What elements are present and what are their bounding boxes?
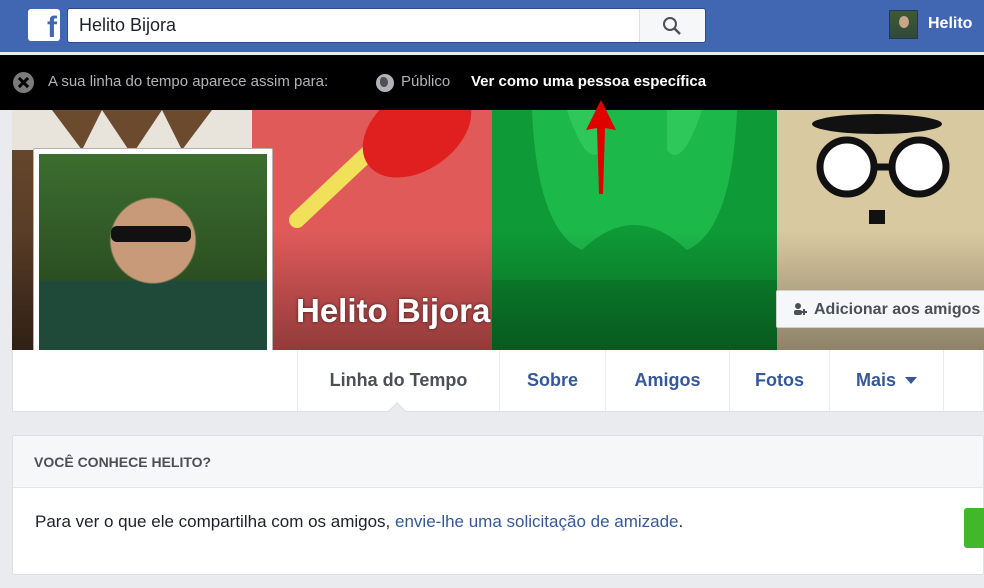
chevron-down-icon — [905, 377, 918, 384]
add-friend-label: Adicionar aos amigos — [814, 301, 981, 318]
add-friend-button[interactable]: Adicionar aos amigos — [776, 290, 984, 328]
facebook-logo-icon[interactable]: f — [28, 9, 60, 44]
globe-icon — [376, 74, 394, 92]
know-card-header: VOCÊ CONHECE HELITO? — [13, 436, 983, 488]
search-button[interactable] — [639, 9, 705, 42]
view-as-bar: A sua linha do tempo aparece assim para:… — [0, 55, 984, 110]
add-friend-green-button[interactable] — [964, 508, 984, 548]
search-icon — [663, 17, 681, 35]
profile-picture — [39, 154, 267, 382]
red-arrow-annotation — [586, 100, 616, 194]
search-box — [67, 8, 706, 43]
profile-tabs-bar: Linha do Tempo Sobre Amigos Fotos Mais — [12, 350, 984, 422]
know-card-title: VOCÊ CONHECE HELITO? — [34, 454, 212, 470]
user-avatar[interactable] — [889, 10, 918, 39]
profile-name: Helito Bijora — [296, 292, 491, 329]
know-card-text: Para ver o que ele compartilha com os am… — [35, 512, 684, 531]
tab-timeline[interactable]: Linha do Tempo — [297, 350, 499, 411]
add-friend-icon — [794, 303, 807, 315]
tab-friends[interactable]: Amigos — [605, 350, 729, 411]
search-input[interactable] — [68, 9, 643, 42]
know-person-card: VOCÊ CONHECE HELITO? Para ver o que ele … — [12, 435, 984, 575]
tab-extra — [943, 350, 984, 411]
user-name-link[interactable]: Helito — [928, 15, 972, 33]
view-as-specific-person-link[interactable]: Ver como uma pessoa específica — [471, 73, 706, 90]
tab-more[interactable]: Mais — [829, 350, 943, 411]
send-friend-request-link[interactable]: envie-lhe uma solicitação de amizade — [395, 512, 679, 531]
top-navigation-bar: f Helito — [0, 0, 984, 52]
view-as-message: A sua linha do tempo aparece assim para: — [48, 73, 329, 90]
close-icon[interactable] — [13, 72, 34, 93]
audience-label: Público — [401, 73, 451, 90]
tab-photos[interactable]: Fotos — [729, 350, 829, 411]
tab-about[interactable]: Sobre — [499, 350, 605, 411]
